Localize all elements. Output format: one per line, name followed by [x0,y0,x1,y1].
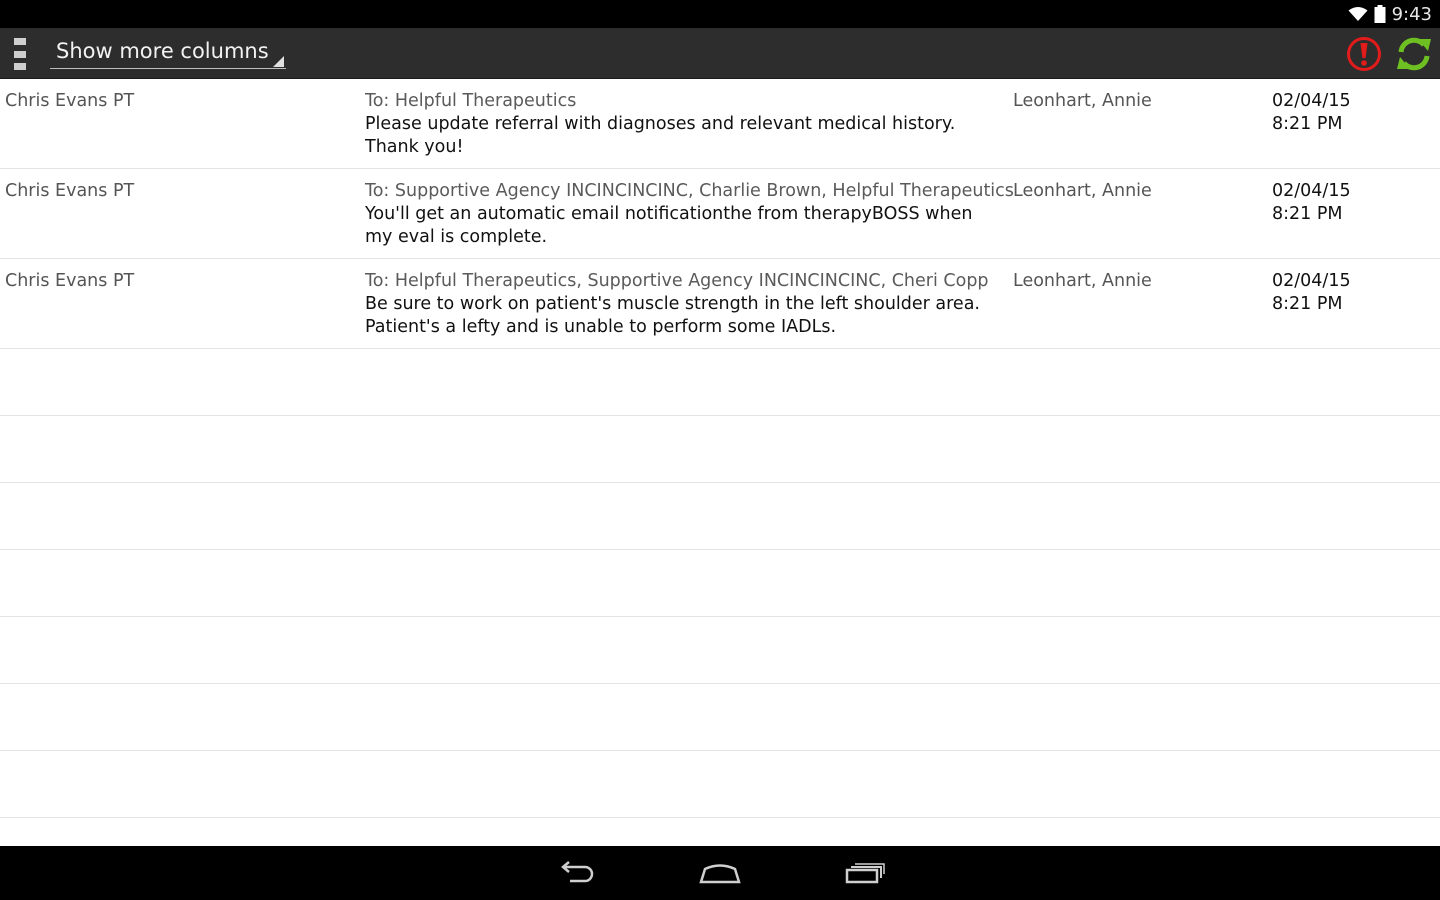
overflow-dot [14,63,26,70]
message-time: 8:21 PM [1272,114,1343,134]
back-icon [561,861,594,883]
message-patient: Leonhart, Annie [1013,271,1152,291]
sync-button[interactable] [1395,36,1433,72]
sync-icon [1397,37,1431,71]
message-sender: Chris Evans PT [5,181,135,201]
home-button[interactable] [698,858,742,888]
message-content: To: Helpful Therapeutics, Supportive Age… [365,270,995,339]
action-bar: Show more columns [0,28,1440,79]
message-content: To: Helpful Therapeutics Please update r… [365,90,995,159]
back-button[interactable] [554,858,598,888]
navigation-bar [0,846,1440,900]
alert-icon [1347,37,1381,71]
message-patient: Leonhart, Annie [1013,91,1152,111]
status-time: 9:43 [1391,3,1432,25]
message-time: 8:21 PM [1272,294,1343,314]
message-sender: Chris Evans PT [5,91,135,111]
status-bar: 9:43 [0,0,1440,28]
wifi-icon [1348,7,1368,21]
spinner-caret-icon [273,56,284,67]
message-recipients: To: Helpful Therapeutics [365,91,577,111]
message-datetime: 02/04/15 8:21 PM [1272,270,1432,316]
message-sender: Chris Evans PT [5,271,135,291]
empty-list-row [0,416,1440,483]
message-date: 02/04/15 [1272,271,1351,291]
alert-button[interactable] [1346,36,1382,72]
empty-list-row [0,751,1440,818]
message-time: 8:21 PM [1272,204,1343,224]
recent-apps-icon [845,863,885,884]
message-datetime: 02/04/15 8:21 PM [1272,180,1432,226]
message-patient: Leonhart, Annie [1013,181,1152,201]
recent-apps-button[interactable] [842,858,886,888]
battery-icon [1374,5,1386,23]
show-more-columns-spinner[interactable]: Show more columns [50,36,286,69]
overflow-dot [14,38,26,45]
message-row[interactable]: Chris Evans PT To: Helpful Therapeutics … [0,79,1440,169]
status-icons: 9:43 [1348,0,1432,28]
spinner-label: Show more columns [56,39,269,63]
message-recipients: To: Helpful Therapeutics, Supportive Age… [365,271,989,291]
empty-list-row [0,483,1440,550]
empty-list-row [0,349,1440,416]
message-datetime: 02/04/15 8:21 PM [1272,90,1432,136]
message-list: Chris Evans PT To: Helpful Therapeutics … [0,79,1440,846]
message-body: You'll get an automatic email notificati… [365,204,973,247]
message-recipients: To: Supportive Agency INCINCINCINC, Char… [365,181,1014,201]
message-row[interactable]: Chris Evans PT To: Helpful Therapeutics,… [0,259,1440,349]
message-body: Be sure to work on patient's muscle stre… [365,294,980,337]
message-body: Please update referral with diagnoses an… [365,114,956,157]
empty-list-row [0,617,1440,684]
overflow-menu-icon[interactable] [14,38,28,70]
message-content: To: Supportive Agency INCINCINCINC, Char… [365,180,1014,249]
empty-list-row [0,684,1440,751]
message-date: 02/04/15 [1272,181,1351,201]
message-date: 02/04/15 [1272,91,1351,111]
empty-list-row [0,550,1440,617]
home-icon [699,864,741,884]
message-row[interactable]: Chris Evans PT To: Supportive Agency INC… [0,169,1440,259]
empty-list-row [0,818,1440,846]
overflow-dot [14,50,26,58]
